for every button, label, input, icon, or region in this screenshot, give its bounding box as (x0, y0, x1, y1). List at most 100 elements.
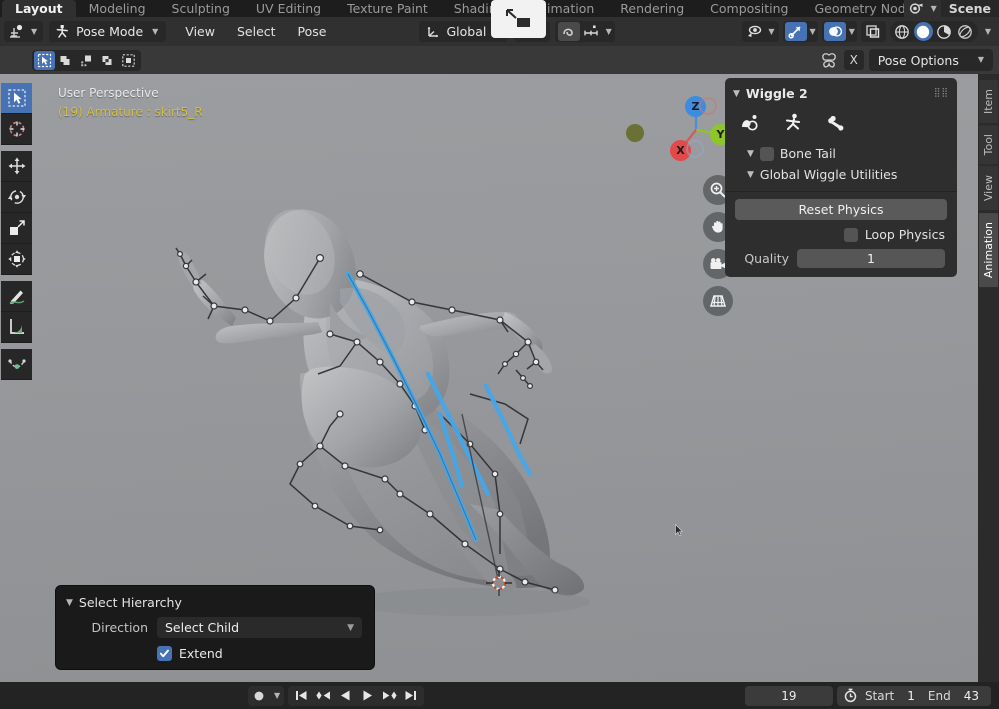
play-reverse-icon (339, 689, 352, 702)
tool-transform[interactable] (1, 244, 32, 275)
select-mode-set[interactable] (55, 51, 76, 70)
play-button[interactable] (356, 687, 378, 705)
proportional-edit-toggle[interactable] (558, 22, 580, 41)
tool-measure[interactable] (1, 312, 32, 343)
start-value[interactable]: 1 (901, 689, 921, 703)
chevron-down-icon: ▼ (747, 149, 754, 159)
x-mirror-icon[interactable] (819, 52, 839, 69)
sidebar-tab-view[interactable]: View (979, 166, 998, 210)
auto-key-icon[interactable] (843, 688, 858, 703)
play-reverse-button[interactable] (334, 687, 356, 705)
shading-material-button[interactable] (935, 22, 954, 41)
select-mode-subtract[interactable] (97, 51, 118, 70)
shading-rendered-button[interactable] (956, 22, 975, 41)
editor-type-button[interactable]: ▼ (4, 21, 43, 42)
direction-value: Select Child (165, 620, 239, 635)
menu-select[interactable]: Select (226, 21, 287, 42)
viewport-display-controls: ▼ ▼ ▼ (742, 17, 993, 46)
chevron-down-icon: ▼ (733, 89, 740, 99)
gizmo-axis-neg-z[interactable] (699, 97, 717, 115)
show-overlays-toggle[interactable] (824, 22, 846, 41)
panel-divider (725, 191, 957, 192)
pose-options-dropdown[interactable]: Pose Options ▼ (869, 49, 993, 71)
direction-dropdown[interactable]: Select Child ▼ (157, 617, 362, 638)
wiggle-bone-icon[interactable] (825, 113, 849, 133)
chevron-down-icon[interactable]: ▼ (985, 28, 991, 36)
loop-physics-row[interactable]: Loop Physics (725, 227, 957, 242)
loop-physics-label: Loop Physics (865, 227, 945, 242)
reset-physics-button[interactable]: Reset Physics (735, 199, 947, 220)
wiggle-object-icon[interactable] (783, 113, 803, 133)
quality-field: Quality 1 (725, 249, 957, 268)
x-axis-mirror-toggle[interactable]: X (844, 50, 864, 70)
bone-tail-checkbox[interactable] (760, 147, 774, 161)
auto-keying-group[interactable]: ▼ (248, 686, 284, 706)
timeline-bar: ▼ (0, 682, 999, 709)
global-wiggle-utilities-row[interactable]: ▼ Global Wiggle Utilities (725, 164, 957, 185)
topbar-right-group: ▼ Scene (904, 0, 999, 17)
object-visibility-group[interactable]: ▼ (742, 21, 778, 42)
workspace-tab-sculpting[interactable]: Sculpting (159, 0, 243, 17)
next-keyframe-button[interactable] (378, 687, 400, 705)
current-frame-field[interactable]: 19 (745, 686, 833, 706)
tool-bendy-bone[interactable] (1, 349, 32, 380)
scene-browse-button[interactable]: ▼ (904, 0, 941, 17)
sidebar-tab-animation[interactable]: Animation (979, 213, 998, 287)
mode-selector[interactable]: Pose Mode ▼ (49, 21, 166, 42)
wiggle-scene-icon[interactable] (739, 113, 761, 133)
select-mode-tweak[interactable] (34, 51, 55, 70)
jump-to-start-button[interactable] (290, 687, 312, 705)
sidebar-tab-item[interactable]: Item (979, 80, 998, 123)
shading-solid-button[interactable] (914, 22, 933, 41)
tool-move[interactable] (1, 151, 32, 182)
panel-header[interactable]: ▼ Wiggle 2 ⣿⣿ (725, 84, 957, 107)
solid-shading-icon (915, 24, 931, 40)
material-preview-icon (936, 24, 952, 40)
fullscreen-popup-overlay[interactable] (491, 0, 546, 38)
menu-view[interactable]: View (174, 21, 226, 42)
tool-rotate[interactable] (1, 182, 32, 213)
sidebar-panel-wiggle2: ▼ Wiggle 2 ⣿⣿ ▼ (725, 78, 957, 277)
proportional-editing-group[interactable]: ▼ (555, 21, 615, 42)
show-gizmo-toggle[interactable] (785, 22, 807, 41)
extend-row[interactable]: Extend (56, 638, 374, 661)
select-extend-icon (79, 53, 94, 68)
direction-label: Direction (68, 620, 148, 635)
workspace-tab-compositing[interactable]: Compositing (697, 0, 801, 17)
scene-name-field[interactable]: Scene (941, 0, 999, 17)
overlays-group[interactable]: ▼ (822, 21, 857, 42)
shading-wireframe-button[interactable] (893, 22, 912, 41)
tool-scale[interactable] (1, 213, 32, 244)
end-value[interactable]: 43 (958, 689, 985, 703)
workspace-tab-layout[interactable]: Layout (2, 0, 76, 17)
menu-pose[interactable]: Pose (287, 21, 338, 42)
workspace-tab-rendering[interactable]: Rendering (607, 0, 697, 17)
tool-select-box[interactable] (1, 83, 32, 114)
select-mode-intersect[interactable] (118, 51, 139, 70)
falloff-selector[interactable] (580, 22, 603, 41)
gizmo-axis-neg-x[interactable] (686, 140, 704, 158)
toggle-ortho-button[interactable] (703, 286, 733, 316)
workspace-tab-texture-paint[interactable]: Texture Paint (334, 0, 441, 17)
select-mode-extend[interactable] (76, 51, 97, 70)
jump-to-end-button[interactable] (400, 687, 422, 705)
sidebar-tab-tool[interactable]: Tool (979, 125, 998, 164)
gizmo-axis-neg-y[interactable] (626, 124, 644, 142)
gizmo-group[interactable]: ▼ (783, 21, 818, 42)
operator-panel-header[interactable]: ▼ Select Hierarchy (56, 592, 374, 617)
extend-checkbox[interactable] (157, 646, 172, 661)
quality-label: Quality (735, 251, 789, 266)
tool-cursor[interactable] (1, 114, 32, 145)
overlays-icon (827, 24, 843, 39)
workspace-tab-modeling[interactable]: Modeling (76, 0, 159, 17)
workspace-tab-uv-editing[interactable]: UV Editing (243, 0, 334, 17)
bone-tail-row[interactable]: ▼ Bone Tail (725, 143, 957, 164)
tool-annotate[interactable] (1, 281, 32, 312)
menu-label: Select (237, 24, 276, 39)
drag-grip-icon[interactable]: ⣿⣿ (934, 89, 949, 98)
prev-keyframe-button[interactable] (312, 687, 334, 705)
loop-physics-checkbox[interactable] (844, 228, 858, 242)
toggle-xray-button[interactable] (861, 21, 886, 42)
pose-tool-settings: X Pose Options ▼ (819, 46, 993, 74)
quality-value-input[interactable]: 1 (797, 249, 945, 268)
